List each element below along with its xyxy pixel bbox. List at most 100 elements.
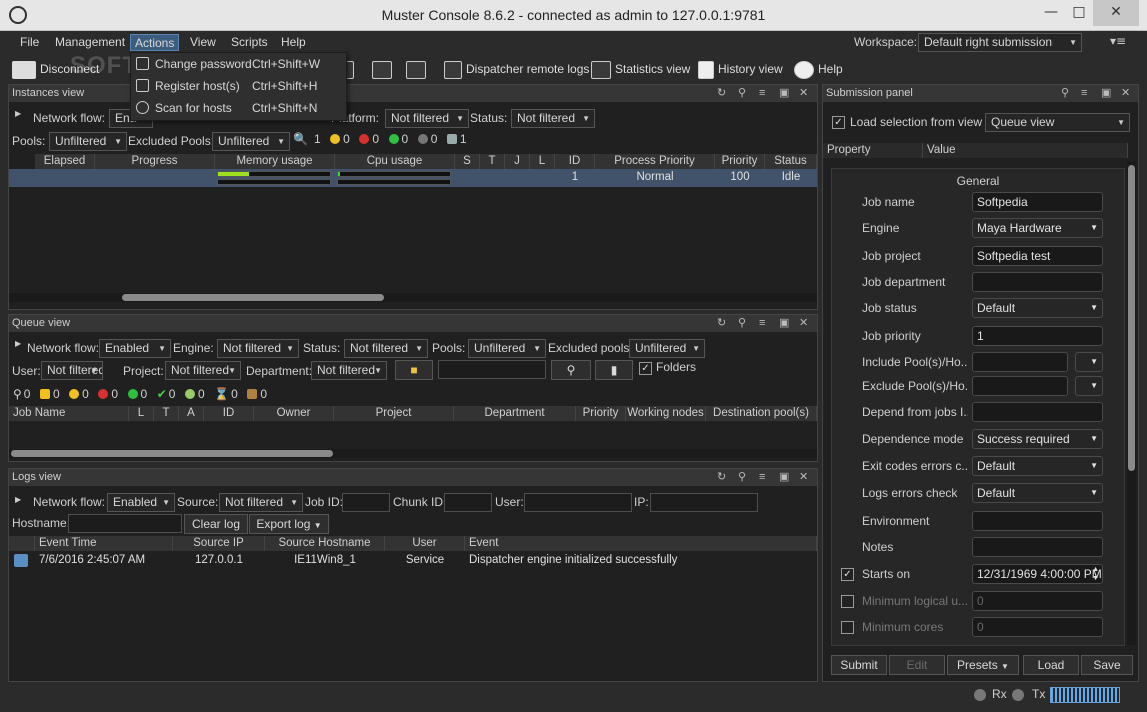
toolbar-misc-button-3[interactable] (406, 58, 430, 80)
col-t[interactable]: T (480, 154, 505, 169)
pin-icon[interactable]: ⚲ (1061, 85, 1069, 102)
menu-icon[interactable]: ≡ (759, 85, 765, 102)
col-j[interactable]: J (505, 154, 530, 169)
refresh-icon[interactable]: ↻ (717, 85, 726, 102)
presets-button[interactable]: Presets ▼ (947, 655, 1019, 675)
help-button[interactable]: Help (794, 58, 843, 80)
float-icon[interactable]: ▣ (779, 315, 789, 332)
job-name-input[interactable]: Softpedia (972, 192, 1103, 212)
menu-icon[interactable]: ≡ (759, 315, 765, 332)
col-status[interactable]: Status (765, 154, 817, 169)
col-l[interactable]: L (530, 154, 555, 169)
maximize-button[interactable]: □ (1066, 0, 1092, 26)
close-icon[interactable]: ✕ (799, 469, 808, 486)
refresh-icon[interactable]: ↻ (717, 469, 726, 486)
menu-register-hosts[interactable]: Register host(s) Ctrl+Shift+H (131, 75, 346, 97)
excluded-pools-select[interactable]: Unfiltered ▼ (212, 132, 290, 151)
chunk-id-input[interactable] (444, 493, 492, 512)
col-working-nodes[interactable]: Working nodes (626, 406, 706, 421)
network-flow-select[interactable]: Enabled ▼ (99, 339, 171, 358)
starts-on-input[interactable]: 12/31/1969 4:00:00 PM ▲ ▼ (972, 564, 1103, 584)
menu-change-password[interactable]: Change password Ctrl+Shift+W (131, 53, 346, 75)
network-flow-select[interactable]: Enabled ▼ (107, 493, 175, 512)
expand-arrow-icon[interactable]: ▶ (15, 495, 21, 504)
pools-select[interactable]: Unfiltered ▼ (468, 339, 546, 358)
queue-search-input[interactable] (438, 360, 546, 379)
col-progress[interactable]: Progress (95, 154, 215, 169)
menu-icon[interactable]: ≡ (1081, 85, 1087, 102)
load-selection-checkbox[interactable]: ✓ (832, 116, 845, 129)
export-log-button[interactable]: Export log ▼ (249, 514, 329, 534)
min-logical-units-input[interactable]: 0 (972, 591, 1103, 611)
pin-icon[interactable]: ⚲ (738, 85, 746, 102)
load-selection-select[interactable]: Queue view ▼ (985, 113, 1130, 132)
col-event-time[interactable]: Event Time (35, 536, 173, 551)
float-icon[interactable]: ▣ (779, 85, 789, 102)
refresh-icon[interactable]: ↻ (717, 315, 726, 332)
folders-checkbox[interactable]: ✓ (639, 362, 652, 375)
col-source-hostname[interactable]: Source Hostname (265, 536, 385, 551)
platform-select[interactable]: Not filtered ▼ (385, 109, 469, 128)
minimize-button[interactable]: — (1038, 0, 1064, 26)
float-icon[interactable]: ▣ (779, 469, 789, 486)
pin-icon[interactable]: ⚲ (738, 469, 746, 486)
scrollbar-thumb[interactable] (1128, 165, 1135, 471)
col-priority[interactable]: Priority (576, 406, 626, 421)
scrollbar-thumb[interactable] (11, 450, 333, 457)
folder-button[interactable]: ■ (395, 360, 433, 380)
queue-scrollbar[interactable] (9, 449, 817, 458)
ip-input[interactable] (650, 493, 758, 512)
col-property[interactable]: Property (823, 143, 923, 158)
hostname-input[interactable] (68, 514, 182, 533)
col-destination-pools[interactable]: Destination pool(s) (706, 406, 817, 421)
notes-input[interactable] (972, 537, 1103, 557)
col-event[interactable]: Event (465, 536, 817, 551)
exit-codes-select[interactable]: Default ▼ (972, 456, 1103, 476)
statistics-view-button[interactable]: Statistics view (591, 58, 690, 80)
workspace-select[interactable]: Default right submission ▼ (918, 33, 1082, 52)
menu-file[interactable]: File (16, 34, 43, 51)
min-cores-input[interactable]: 0 (972, 617, 1103, 637)
col-elapsed[interactable]: Elapsed (35, 154, 95, 169)
toolbar-misc-button-2[interactable] (372, 58, 396, 80)
col-process-priority[interactable]: Process Priority (595, 154, 715, 169)
edit-button[interactable]: Edit (889, 655, 945, 675)
col-value[interactable]: Value (923, 143, 1128, 158)
include-pools-input[interactable] (972, 352, 1068, 372)
menu-view[interactable]: View (186, 34, 220, 51)
exclude-pools-input[interactable] (972, 376, 1068, 396)
float-icon[interactable]: ▣ (1101, 85, 1111, 102)
workspace-menu-icon[interactable]: ▾≡ (1110, 34, 1126, 48)
instance-row[interactable]: 1 Normal 100 Idle (9, 169, 817, 187)
pin-icon[interactable]: ⚲ (738, 315, 746, 332)
delete-button[interactable]: ▮ (595, 360, 633, 380)
menu-management[interactable]: Management (51, 34, 129, 51)
menu-scripts[interactable]: Scripts (227, 34, 272, 51)
project-select[interactable]: Not filtered ▼ (165, 361, 241, 380)
col-department[interactable]: Department (454, 406, 576, 421)
col-source-ip[interactable]: Source IP (173, 536, 265, 551)
excluded-pools-select[interactable]: Unfiltered ▼ (629, 339, 705, 358)
job-priority-input[interactable]: 1 (972, 326, 1103, 346)
include-pools-select[interactable]: ▼ (1075, 352, 1103, 372)
department-select[interactable]: Not filtered ▼ (311, 361, 387, 380)
col-id[interactable]: ID (204, 406, 254, 421)
status-select[interactable]: Not filtered ▼ (511, 109, 595, 128)
clear-log-button[interactable]: Clear log (184, 514, 248, 534)
instances-scrollbar[interactable] (9, 293, 817, 302)
expand-arrow-icon[interactable]: ▶ (15, 339, 21, 348)
expand-arrow-icon[interactable]: ▶ (15, 109, 21, 118)
engine-select[interactable]: Not filtered ▼ (217, 339, 299, 358)
job-id-input[interactable] (342, 493, 390, 512)
dispatcher-logs-button[interactable]: Dispatcher remote logs (444, 58, 589, 80)
menu-icon[interactable]: ≡ (759, 469, 765, 486)
user-select[interactable]: Not filtered ▼ (41, 361, 103, 380)
close-button[interactable]: ✕ (1093, 0, 1139, 26)
col-project[interactable]: Project (334, 406, 454, 421)
user-input[interactable] (524, 493, 632, 512)
exclude-pools-select[interactable]: ▼ (1075, 376, 1103, 396)
pools-select[interactable]: Unfiltered ▼ (49, 132, 127, 151)
dependence-mode-select[interactable]: Success required ▼ (972, 429, 1103, 449)
menu-help[interactable]: Help (277, 34, 310, 51)
submit-button[interactable]: Submit (831, 655, 887, 675)
